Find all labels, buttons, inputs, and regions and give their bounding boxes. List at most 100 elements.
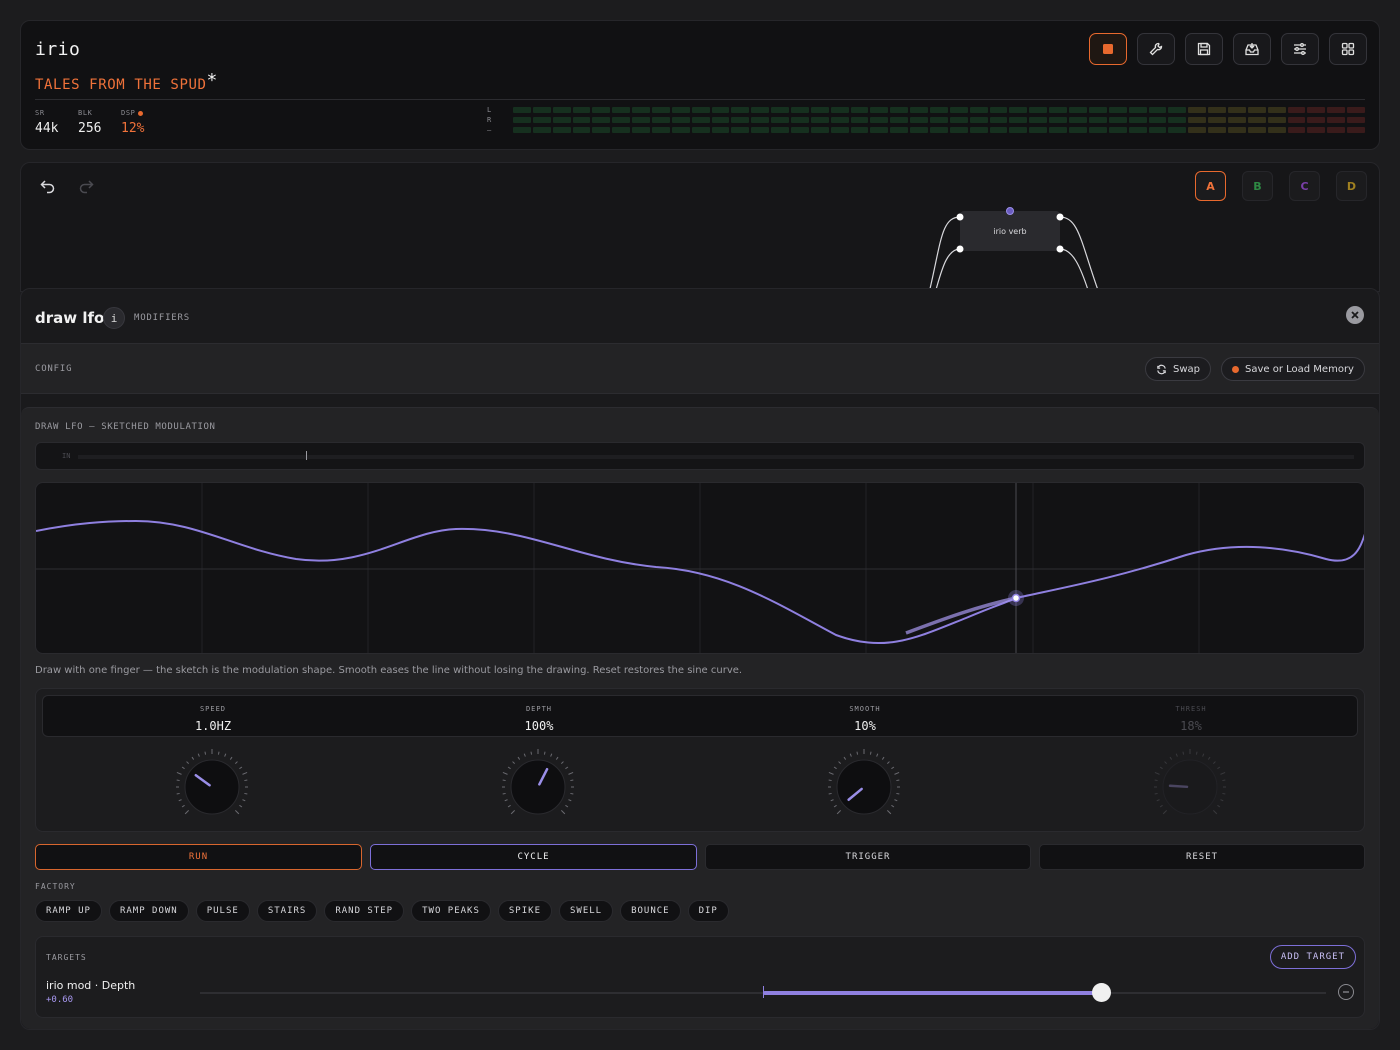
meter-segment	[1327, 127, 1346, 133]
add-target-button[interactable]: ADD TARGET	[1269, 945, 1356, 969]
tools-button[interactable]	[1137, 33, 1175, 65]
knob-tick	[1222, 779, 1226, 782]
meter-segment	[612, 117, 631, 123]
level-meter	[513, 107, 1365, 137]
reset-button[interactable]: RESET	[1039, 844, 1365, 870]
knob-tick	[876, 753, 879, 757]
smooth-knob[interactable]	[822, 745, 906, 829]
stat-sample-rate: SR 44k	[35, 109, 59, 136]
preset-dip[interactable]: DIP	[687, 900, 729, 922]
meter-segment	[830, 127, 849, 133]
info-button[interactable]: i	[103, 307, 125, 329]
node-ports	[956, 207, 1064, 253]
knob-tick	[224, 753, 227, 757]
wrench-icon	[1149, 42, 1163, 56]
knob-tick	[1169, 756, 1173, 760]
song-title[interactable]: TALES FROM THE SPUD*	[35, 70, 218, 94]
knob-tick	[512, 761, 516, 765]
save-button[interactable]	[1185, 33, 1223, 65]
meter-segment	[1108, 107, 1127, 113]
knob-tick	[543, 751, 546, 755]
preset-two-peaks[interactable]: TWO PEAKS	[411, 900, 491, 922]
factory-label: FACTORY	[35, 882, 76, 891]
depth-knob[interactable]	[496, 745, 580, 829]
preset-ramp-up[interactable]: RAMP UP	[35, 900, 102, 922]
knob-tick	[560, 761, 564, 765]
input-label: IN	[62, 452, 71, 460]
meter-segment	[870, 117, 889, 123]
meter-segment	[1009, 117, 1028, 123]
knob-tick	[896, 779, 900, 782]
preset-ramp-down[interactable]: RAMP DOWN	[108, 900, 189, 922]
mixer-button[interactable]	[1281, 33, 1319, 65]
speed-knob[interactable]	[170, 745, 254, 829]
header-panel: irio TALES FROM THE SPUD* SR 44k BLK 256…	[20, 20, 1380, 150]
meter-row	[513, 127, 1365, 133]
meter-segment	[1287, 117, 1306, 123]
meter-segment	[969, 127, 988, 133]
cycle-button[interactable]: CYCLE	[370, 844, 697, 870]
trigger-button[interactable]: TRIGGER	[705, 844, 1031, 870]
preset-pulse[interactable]: PULSE	[195, 900, 250, 922]
load-button[interactable]	[1233, 33, 1271, 65]
app-name: irio	[35, 39, 81, 60]
knob-tick	[244, 779, 248, 782]
sliders-icon	[1294, 43, 1306, 55]
meter-segment	[632, 117, 651, 123]
meter-segment	[1049, 107, 1068, 113]
targets-label: TARGETS	[46, 953, 87, 962]
preset-swell[interactable]: SWELL	[558, 900, 614, 922]
knob-pointer	[1168, 784, 1189, 789]
close-button[interactable]	[1346, 306, 1364, 324]
knob-tick	[242, 771, 248, 775]
meter-segment	[731, 117, 750, 123]
memory-button[interactable]: Save or Load Memory	[1221, 357, 1365, 381]
slider-thumb[interactable]	[1091, 983, 1111, 1002]
run-button[interactable]: RUN	[35, 844, 362, 870]
swap-button[interactable]: Swap	[1145, 357, 1212, 381]
meter-row	[513, 107, 1365, 113]
stop-button[interactable]	[1089, 33, 1127, 65]
preset-stairs[interactable]: STAIRS	[256, 900, 318, 922]
knob-tick	[869, 751, 872, 755]
node-port	[1056, 213, 1064, 221]
meter-segment	[632, 107, 651, 113]
meter-segment	[1307, 127, 1326, 133]
meter-segment	[810, 127, 829, 133]
knob-tick	[896, 792, 900, 795]
meter-segment	[572, 127, 591, 133]
preset-bounce[interactable]: BOUNCE	[620, 900, 681, 922]
meter-segment	[850, 127, 869, 133]
patch-graph[interactable]: A B C D irio verb	[20, 162, 1380, 292]
knob-tick	[565, 804, 569, 808]
meter-segment	[910, 117, 929, 123]
meter-segment	[1088, 117, 1107, 123]
meter-segment	[1327, 107, 1346, 113]
remove-target-button[interactable]	[1338, 984, 1354, 1000]
input-meter: IN	[35, 442, 1365, 470]
preset-rand-step[interactable]: RAND STEP	[324, 900, 405, 922]
preset-spike[interactable]: SPIKE	[497, 900, 552, 922]
meter-row	[513, 117, 1365, 123]
meter-segment	[513, 117, 531, 123]
knob-tick	[1156, 799, 1160, 802]
meter-segment	[1108, 127, 1127, 133]
meter-segment	[1227, 107, 1246, 113]
knob-tick	[1217, 766, 1221, 770]
thresh-knob[interactable]	[1148, 745, 1232, 829]
knob-tick	[833, 804, 837, 808]
module-panel-draw-lfo: draw lfo i MODIFIERS CONFIG Swap Save or…	[20, 288, 1380, 1030]
knob-tick	[184, 809, 190, 815]
inbox-icon	[1245, 43, 1259, 56]
meter-segment	[1247, 127, 1266, 133]
knob-tick	[1217, 804, 1221, 808]
meter-segment	[791, 127, 809, 133]
knob-tick	[176, 792, 180, 795]
grid-button[interactable]	[1329, 33, 1367, 65]
knob-tick	[234, 761, 238, 765]
knob-panel: SPEED 1.0HZ DEPTH 100% SMOOTH 10% THRESH…	[35, 688, 1365, 832]
knob-tick	[502, 779, 506, 782]
lfo-draw-canvas[interactable]	[35, 482, 1365, 654]
knob-tick	[1212, 809, 1218, 815]
meter-segment	[850, 107, 869, 113]
